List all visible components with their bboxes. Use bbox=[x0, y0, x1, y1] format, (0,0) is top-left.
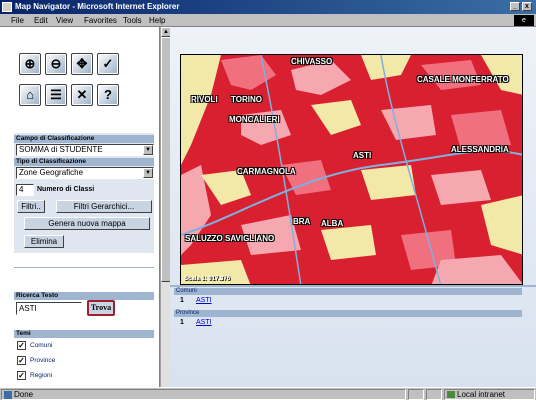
map-polygons bbox=[181, 55, 522, 284]
minimize-button[interactable]: _ bbox=[510, 2, 520, 11]
search-label: Ricerca Testo bbox=[14, 292, 154, 300]
themes-label: Temi bbox=[14, 330, 154, 338]
legend-button[interactable]: ☰ bbox=[45, 84, 67, 106]
status-bar: Done Local intranet bbox=[0, 387, 536, 400]
map-label-alba: ALBA bbox=[321, 219, 344, 228]
result-count: 1 bbox=[180, 319, 184, 326]
ie-app-icon bbox=[2, 2, 12, 12]
legend-icon: ☰ bbox=[50, 87, 62, 102]
pan-button[interactable]: ✥ bbox=[71, 53, 93, 75]
filter-button[interactable]: Filtri.. bbox=[17, 200, 45, 213]
theme-label-comuni: Comuni bbox=[30, 342, 53, 349]
zoom-out-button[interactable]: ⊖ bbox=[45, 53, 67, 75]
help-button[interactable]: ? bbox=[97, 84, 119, 106]
theme-label-province: Province bbox=[30, 357, 56, 364]
map-label-chivasso: CHIVASSO bbox=[291, 57, 333, 66]
results-header-comuni: Comuni bbox=[174, 288, 522, 295]
zoom-in-icon: ⊕ bbox=[24, 56, 36, 71]
map-label-savigliano: SAVIGLIANO bbox=[225, 234, 275, 243]
map-label-torino: TORINO bbox=[231, 95, 262, 104]
info-icon: ✓ bbox=[102, 56, 114, 71]
result-link-asti[interactable]: ASTI bbox=[196, 318, 212, 328]
menu-help[interactable]: Help bbox=[149, 16, 165, 25]
menu-favorites[interactable]: Favorites bbox=[84, 16, 117, 25]
home-icon: ⌂ bbox=[26, 87, 34, 102]
divider bbox=[14, 267, 154, 268]
map-label-asti: ASTI bbox=[353, 151, 372, 160]
type-select[interactable]: Zone Geografiche ▼ bbox=[16, 167, 154, 179]
map-scale: Scala 1: 917.376 bbox=[184, 276, 231, 282]
status-text: Done bbox=[14, 390, 34, 399]
chevron-down-icon[interactable]: ▼ bbox=[143, 145, 153, 155]
type-label: Tipo di Classificazione bbox=[14, 158, 154, 166]
field-label: Campo di Classificazione bbox=[14, 135, 154, 143]
results-header-province: Province bbox=[174, 310, 522, 317]
checkbox-regioni[interactable]: ✓ bbox=[17, 371, 26, 380]
map-image[interactable]: CHIVASSO CASALE MONFERRATO RIVOLI TORINO… bbox=[180, 54, 523, 285]
frame-divider bbox=[170, 285, 536, 287]
help-icon: ? bbox=[104, 87, 112, 102]
menu-bar: File Edit View Favorites Tools Help e bbox=[0, 14, 536, 27]
status-cell-empty bbox=[408, 389, 424, 400]
chevron-down-icon[interactable]: ▼ bbox=[143, 168, 153, 178]
page-done-icon bbox=[4, 390, 12, 399]
intranet-icon bbox=[447, 391, 455, 399]
home-button[interactable]: ⌂ bbox=[19, 84, 41, 106]
checkbox-comuni[interactable]: ✓ bbox=[17, 341, 26, 350]
field-select[interactable]: SOMMA di STUDENTE ▼ bbox=[16, 144, 154, 156]
map-frame: CHIVASSO CASALE MONFERRATO RIVOLI TORINO… bbox=[170, 27, 536, 387]
map-label-casale: CASALE MONFERRATO bbox=[417, 75, 509, 84]
left-scrollbar[interactable]: ▲ bbox=[160, 27, 171, 387]
map-label-saluzzo: SALUZZO bbox=[185, 234, 223, 243]
map-label-alessandria: ALESSANDRIA bbox=[451, 145, 509, 154]
zone-text: Local intranet bbox=[457, 390, 506, 399]
field-select-value: SOMMA di STUDENTE bbox=[19, 145, 103, 154]
menu-file[interactable]: File bbox=[11, 16, 24, 25]
control-panel: ⊕ ⊖ ✥ ✓ ⌂ ☰ ✕ ? Campo di Classificazione… bbox=[0, 27, 160, 387]
clear-icon: ✕ bbox=[76, 87, 88, 102]
delete-button[interactable]: Elimina bbox=[24, 235, 64, 248]
map-label-rivoli: RIVOLI bbox=[191, 95, 218, 104]
theme-label-regioni: Regioni bbox=[30, 372, 53, 379]
ie-throbber-icon: e bbox=[514, 15, 534, 26]
zoom-in-button[interactable]: ⊕ bbox=[19, 53, 41, 75]
classes-label: Numero di Classi bbox=[37, 186, 95, 193]
menu-view[interactable]: View bbox=[56, 16, 73, 25]
search-input[interactable]: ASTI bbox=[16, 302, 82, 315]
info-button[interactable]: ✓ bbox=[97, 53, 119, 75]
result-row-province: 1 ASTI bbox=[174, 318, 522, 328]
menu-edit[interactable]: Edit bbox=[34, 16, 48, 25]
menu-tools[interactable]: Tools bbox=[123, 16, 142, 25]
search-button[interactable]: Trova bbox=[87, 300, 115, 316]
result-link-asti[interactable]: ASTI bbox=[196, 296, 212, 306]
classes-input[interactable]: 4 bbox=[16, 184, 34, 196]
generate-map-button[interactable]: Genera nuova mappa bbox=[24, 217, 150, 230]
status-text-cell: Done bbox=[1, 389, 406, 400]
zoom-out-icon: ⊖ bbox=[50, 56, 62, 71]
status-cell-empty bbox=[426, 389, 442, 400]
close-button[interactable]: x bbox=[522, 2, 532, 11]
zone-cell: Local intranet bbox=[444, 389, 535, 400]
type-select-value: Zone Geografiche bbox=[19, 168, 84, 177]
map-label-carmagnola: CARMAGNOLA bbox=[237, 167, 296, 176]
clear-button[interactable]: ✕ bbox=[71, 84, 93, 106]
checkbox-province[interactable]: ✓ bbox=[17, 356, 26, 365]
pan-icon: ✥ bbox=[76, 56, 88, 71]
result-row-comuni: 1 ASTI bbox=[174, 296, 522, 306]
result-count: 1 bbox=[180, 297, 184, 304]
title-bar: Map Navigator - Microsoft Internet Explo… bbox=[0, 0, 536, 14]
hier-filter-button[interactable]: Filtri Gerarchici... bbox=[56, 200, 152, 213]
window-title: Map Navigator - Microsoft Internet Explo… bbox=[15, 2, 180, 11]
map-label-bra: BRA bbox=[293, 217, 311, 226]
map-label-moncalieri: MONCALIERI bbox=[229, 115, 280, 124]
